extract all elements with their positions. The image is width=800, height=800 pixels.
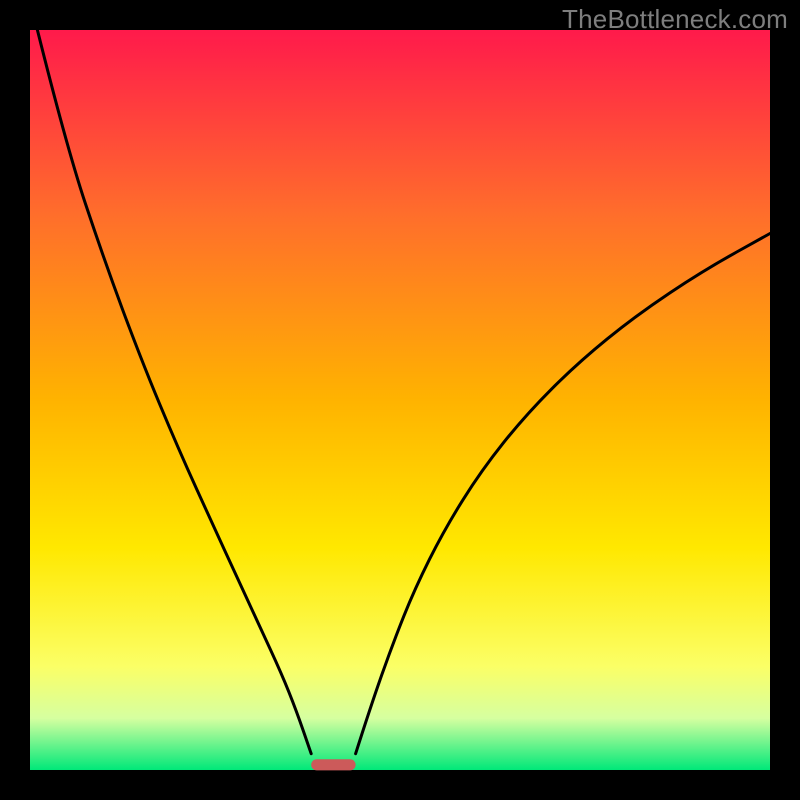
optimal-marker [311, 759, 355, 770]
plot-background [30, 30, 770, 770]
bottleneck-chart [0, 0, 800, 800]
chart-frame: TheBottleneck.com [0, 0, 800, 800]
